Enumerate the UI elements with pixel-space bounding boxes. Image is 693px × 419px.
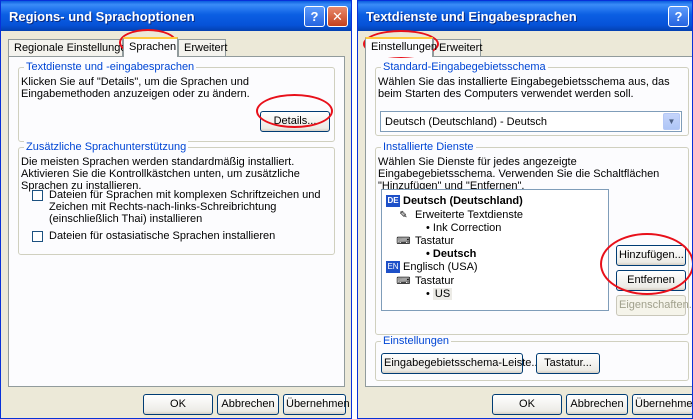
window-title: Textdienste und Eingabesprachen xyxy=(366,9,577,24)
remove-button[interactable]: Entfernen xyxy=(616,270,686,291)
settings-group: Einstellungen Eingabegebietsschema-Leist… xyxy=(375,335,689,381)
group-description: Die meisten Sprachen werden standardmäßi… xyxy=(21,156,300,192)
apply-button[interactable]: Übernehmen xyxy=(632,394,692,415)
node-label: Tastatur xyxy=(415,235,455,247)
installed-services-group: Installierte Dienste Wählen Sie Dienste … xyxy=(375,141,692,335)
keyboard-icon: ⌨ xyxy=(396,275,411,287)
group-legend: Zusätzliche Sprachunterstützung xyxy=(24,141,189,153)
default-locale-group: Standard-Eingabegebietsschema Wählen Sie… xyxy=(375,61,689,136)
node-label: Englisch (USA) xyxy=(403,261,478,273)
east-asian-checkbox[interactable] xyxy=(32,231,43,242)
node-label: Deutsch (Deutschland) xyxy=(403,195,523,207)
complex-script-checkbox[interactable] xyxy=(32,190,43,201)
services-tree[interactable]: DE Deutsch (Deutschland) ✎ Erweiterte Text… xyxy=(381,189,609,311)
east-asian-label: Dateien für ostasiatische Sprachen insta… xyxy=(49,230,276,242)
tab-advanced[interactable]: Erweitert xyxy=(433,39,482,56)
node-label: Tastatur xyxy=(415,275,455,287)
cancel-button[interactable]: Abbrechen xyxy=(217,394,279,415)
regions-dialog: Regions- und Sprachoptionen ? ✕ Regional… xyxy=(0,0,352,419)
title-bar[interactable]: Textdienste und Eingabesprachen ? xyxy=(358,1,692,31)
tab-settings[interactable]: Einstellungen xyxy=(365,37,437,57)
group-legend: Einstellungen xyxy=(381,335,452,347)
language-bar-button[interactable]: Eingabegebietsschema-Leiste... xyxy=(381,353,541,374)
text-services-group: Textdienste und -eingabesprachen Klicken… xyxy=(18,61,335,142)
tree-node-ink[interactable]: • Ink Correction xyxy=(426,222,501,235)
dropdown-arrow-icon[interactable]: ▼ xyxy=(663,113,680,130)
default-locale-select[interactable]: Deutsch (Deutschland) - Deutsch ▼ xyxy=(380,111,682,132)
tree-node-deutsch[interactable]: • Deutsch xyxy=(426,248,476,261)
group-legend: Installierte Dienste xyxy=(381,141,476,153)
node-label: Deutsch xyxy=(432,248,477,260)
complex-script-label: Dateien für Sprachen mit komplexen Schri… xyxy=(49,189,321,225)
group-description: Wählen Sie Dienste für jedes angezeigte … xyxy=(378,156,660,192)
text-service-icon: ✎ xyxy=(399,209,408,221)
tab-regional[interactable]: Regionale Einstellungen xyxy=(8,39,133,56)
tab-languages[interactable]: Sprachen xyxy=(123,37,178,57)
tree-node-keyboard-de[interactable]: ⌨ Tastatur xyxy=(396,235,454,248)
add-button[interactable]: Hinzufügen... xyxy=(616,245,686,266)
selected-value: Deutsch (Deutschland) - Deutsch xyxy=(385,116,548,128)
group-legend: Standard-Eingabegebietsschema xyxy=(381,61,548,73)
node-label: Ink Correction xyxy=(432,222,502,234)
languages-panel: Textdienste und -eingabesprachen Klicken… xyxy=(8,56,345,387)
tab-advanced[interactable]: Erweitert xyxy=(178,39,227,56)
apply-button[interactable]: Übernehmen xyxy=(283,394,350,415)
keyboard-button[interactable]: Tastatur... xyxy=(536,353,600,374)
title-bar[interactable]: Regions- und Sprachoptionen ? ✕ xyxy=(1,1,351,31)
bullet-icon: • xyxy=(426,288,433,300)
help-icon[interactable]: ? xyxy=(668,6,689,27)
details-button[interactable]: Details... xyxy=(260,111,330,132)
group-description: Wählen Sie das installierte Eingabegebie… xyxy=(378,76,670,100)
group-description: Klicken Sie auf "Details", um die Sprach… xyxy=(21,76,250,100)
ok-button[interactable]: OK xyxy=(492,394,562,415)
flag-de-icon: DE xyxy=(386,195,400,208)
tree-node-de[interactable]: DE Deutsch (Deutschland) xyxy=(386,195,523,208)
node-label: US xyxy=(432,288,453,300)
flag-en-icon: EN xyxy=(386,261,400,274)
group-legend: Textdienste und -eingabesprachen xyxy=(24,61,197,73)
settings-panel: Standard-Eingabegebietsschema Wählen Sie… xyxy=(365,56,692,387)
text-services-dialog: Textdienste und Eingabesprachen ? Einste… xyxy=(357,0,693,419)
properties-button[interactable]: Eigenschaften... xyxy=(616,295,692,316)
tree-node-keyboard-en[interactable]: ⌨ Tastatur xyxy=(396,275,454,288)
additional-language-group: Zusätzliche Sprachunterstützung Die meis… xyxy=(18,141,335,255)
close-icon[interactable]: ✕ xyxy=(327,6,348,27)
tree-node-us[interactable]: • US xyxy=(426,288,453,301)
bullet-icon: • xyxy=(426,222,433,234)
node-label: Erweiterte Textdienste xyxy=(415,209,524,221)
bullet-icon: • xyxy=(426,248,433,260)
ok-button[interactable]: OK xyxy=(143,394,213,415)
keyboard-icon: ⌨ xyxy=(396,235,411,247)
cancel-button[interactable]: Abbrechen xyxy=(566,394,628,415)
tree-node-ext-services[interactable]: ✎ Erweiterte Textdienste xyxy=(396,209,523,222)
help-icon[interactable]: ? xyxy=(304,6,325,27)
tree-node-en[interactable]: EN Englisch (USA) xyxy=(386,261,478,274)
window-title: Regions- und Sprachoptionen xyxy=(9,9,195,24)
